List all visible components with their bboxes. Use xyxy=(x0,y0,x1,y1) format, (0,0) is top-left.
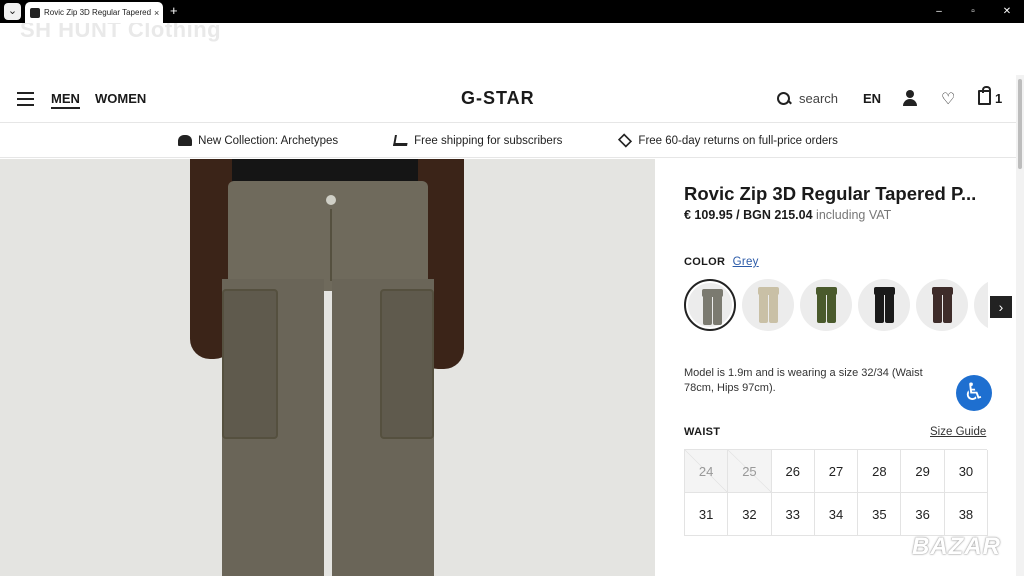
collection-icon xyxy=(178,135,193,146)
tab-close-icon[interactable]: × xyxy=(154,8,159,18)
color-swatch[interactable] xyxy=(742,279,794,331)
color-label: COLOR xyxy=(684,256,726,268)
size-grid: 24 25 26 27 28 29 30 31 32 33 34 35 36 38 xyxy=(684,449,989,536)
promo-text: Free shipping for subscribers xyxy=(414,134,563,147)
size-option[interactable]: 35 xyxy=(858,493,902,536)
site-header: MEN WOMEN G-STAR search EN ♡ 1 xyxy=(0,75,1016,123)
box-icon xyxy=(618,133,633,148)
color-name-link[interactable]: Grey xyxy=(733,256,759,268)
nav-women-link[interactable]: WOMEN xyxy=(95,91,146,106)
maximize-button[interactable]: ▫ xyxy=(956,0,990,23)
size-option[interactable]: 28 xyxy=(858,450,902,493)
accessibility-icon[interactable]: ♿ xyxy=(956,375,992,411)
watermark-text: SH HUNT Clothing xyxy=(20,23,222,42)
promo-bar: New Collection: Archetypes Free shipping… xyxy=(0,124,1016,158)
account-icon[interactable] xyxy=(903,90,917,106)
model-info: Model is 1.9m and is wearing a size 32/3… xyxy=(684,367,923,394)
tab-menu-button[interactable]: ⌄ xyxy=(4,3,21,20)
minimize-button[interactable]: – xyxy=(922,0,956,23)
product-price: € 109.95 / BGN 215.04 xyxy=(684,208,813,222)
color-row: COLOR Grey xyxy=(684,256,759,268)
size-option[interactable]: 26 xyxy=(771,450,815,493)
product-image[interactable] xyxy=(0,159,655,576)
swatch-next-arrow-icon[interactable]: › xyxy=(990,296,1012,318)
size-option[interactable]: 30 xyxy=(944,450,989,493)
promo-text: New Collection: Archetypes xyxy=(198,134,339,147)
promo-returns[interactable]: Free 60-day returns on full-price orders xyxy=(618,133,838,148)
color-swatch[interactable] xyxy=(800,279,852,331)
size-option[interactable]: 27 xyxy=(814,450,859,493)
hamburger-menu-icon[interactable] xyxy=(17,92,34,106)
product-title: Rovic Zip 3D Regular Tapered P... xyxy=(684,183,977,204)
search-button[interactable]: search xyxy=(777,91,838,106)
size-option[interactable]: 33 xyxy=(771,493,815,536)
color-swatch[interactable] xyxy=(858,279,910,331)
nav-men-link[interactable]: MEN xyxy=(51,91,80,109)
size-option[interactable]: 32 xyxy=(728,493,772,536)
scroll-thumb[interactable] xyxy=(1018,79,1022,169)
size-option[interactable]: 25 xyxy=(728,450,772,493)
size-guide-link[interactable]: Size Guide xyxy=(930,426,986,438)
waist-label: WAIST xyxy=(684,426,721,438)
page-scrollbar[interactable] xyxy=(1016,75,1024,576)
color-swatch[interactable] xyxy=(974,279,988,331)
size-option[interactable]: 38 xyxy=(944,493,989,536)
promo-text: Free 60-day returns on full-price orders xyxy=(638,134,838,147)
cart-icon xyxy=(393,135,410,146)
page: SH HUNT Clothing MEN WOMEN G-STAR search… xyxy=(0,23,1024,576)
size-option[interactable]: 36 xyxy=(901,493,945,536)
search-icon xyxy=(777,91,791,106)
size-option[interactable]: 29 xyxy=(901,450,945,493)
size-option[interactable]: 31 xyxy=(685,493,729,536)
wishlist-heart-icon[interactable]: ♡ xyxy=(941,89,955,109)
bag-count: 1 xyxy=(995,91,1003,106)
corner-watermark-logo: BAZAR xyxy=(912,533,1001,560)
color-swatch[interactable] xyxy=(916,279,968,331)
promo-collection[interactable]: New Collection: Archetypes xyxy=(178,135,338,147)
search-label: search xyxy=(799,91,839,106)
color-swatches xyxy=(684,279,988,333)
size-option[interactable]: 24 xyxy=(685,450,729,493)
price-line: € 109.95 / BGN 215.04 including VAT xyxy=(684,208,891,222)
size-option[interactable]: 34 xyxy=(814,493,859,536)
promo-shipping[interactable]: Free shipping for subscribers xyxy=(393,134,563,147)
vat-note: including VAT xyxy=(816,208,892,222)
tab-title: Rovic Zip 3D Regular Tapered P xyxy=(44,8,152,17)
window-controls: – ▫ ✕ xyxy=(922,0,1024,23)
brand-logo[interactable]: G-STAR xyxy=(461,88,535,109)
browser-tab-bar: ⌄ Rovic Zip 3D Regular Tapered P × + – ▫… xyxy=(0,0,1024,23)
new-tab-button[interactable]: + xyxy=(170,3,178,19)
browser-tab[interactable]: Rovic Zip 3D Regular Tapered P × xyxy=(25,2,163,23)
language-selector[interactable]: EN xyxy=(863,91,881,106)
favicon-icon xyxy=(30,7,40,18)
close-window-button[interactable]: ✕ xyxy=(990,0,1024,23)
color-swatch[interactable] xyxy=(684,279,736,331)
shopping-bag-icon[interactable] xyxy=(978,86,991,105)
